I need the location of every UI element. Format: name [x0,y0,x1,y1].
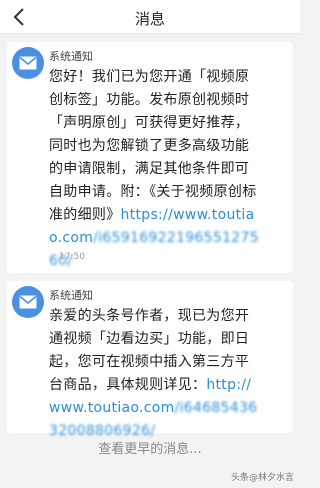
message-card[interactable]: 系统通知 您好！我们已为您开通「视频原创标签」功能。发布原创视频时「声明原创」可… [7,42,293,273]
envelope-icon [19,295,37,309]
message-time: 17:50 [59,252,85,262]
sender-name: 系统通知 [49,289,93,302]
message-card[interactable]: 系统通知 亲爱的头条号作者，现已为您开通视频「边看边买」功能，即日起，您可在视频… [7,281,293,439]
message-body: 亲爱的头条号作者，现已为您开通视频「边看边买」功能，即日起，您可在视频中插入第三… [49,305,262,443]
sender-name: 系统通知 [49,50,93,63]
system-notice-avatar [12,286,44,318]
load-earlier-messages[interactable]: 查看更早的消息... [0,438,300,457]
system-notice-avatar [12,47,44,79]
page-title: 消息 [134,10,165,28]
top-bar: 消息 [0,0,300,34]
message-body: 您好！我们已为您开通「视频原创标签」功能。发布原创视频时「声明原创」可获得更好推… [49,66,262,273]
envelope-icon [19,56,37,70]
watermark: 头条@林夕水言 [230,473,294,483]
message-text: 您好！我们已为您开通「视频原创标签」功能。发布原创视频时「声明原创」可获得更好推… [49,69,257,223]
